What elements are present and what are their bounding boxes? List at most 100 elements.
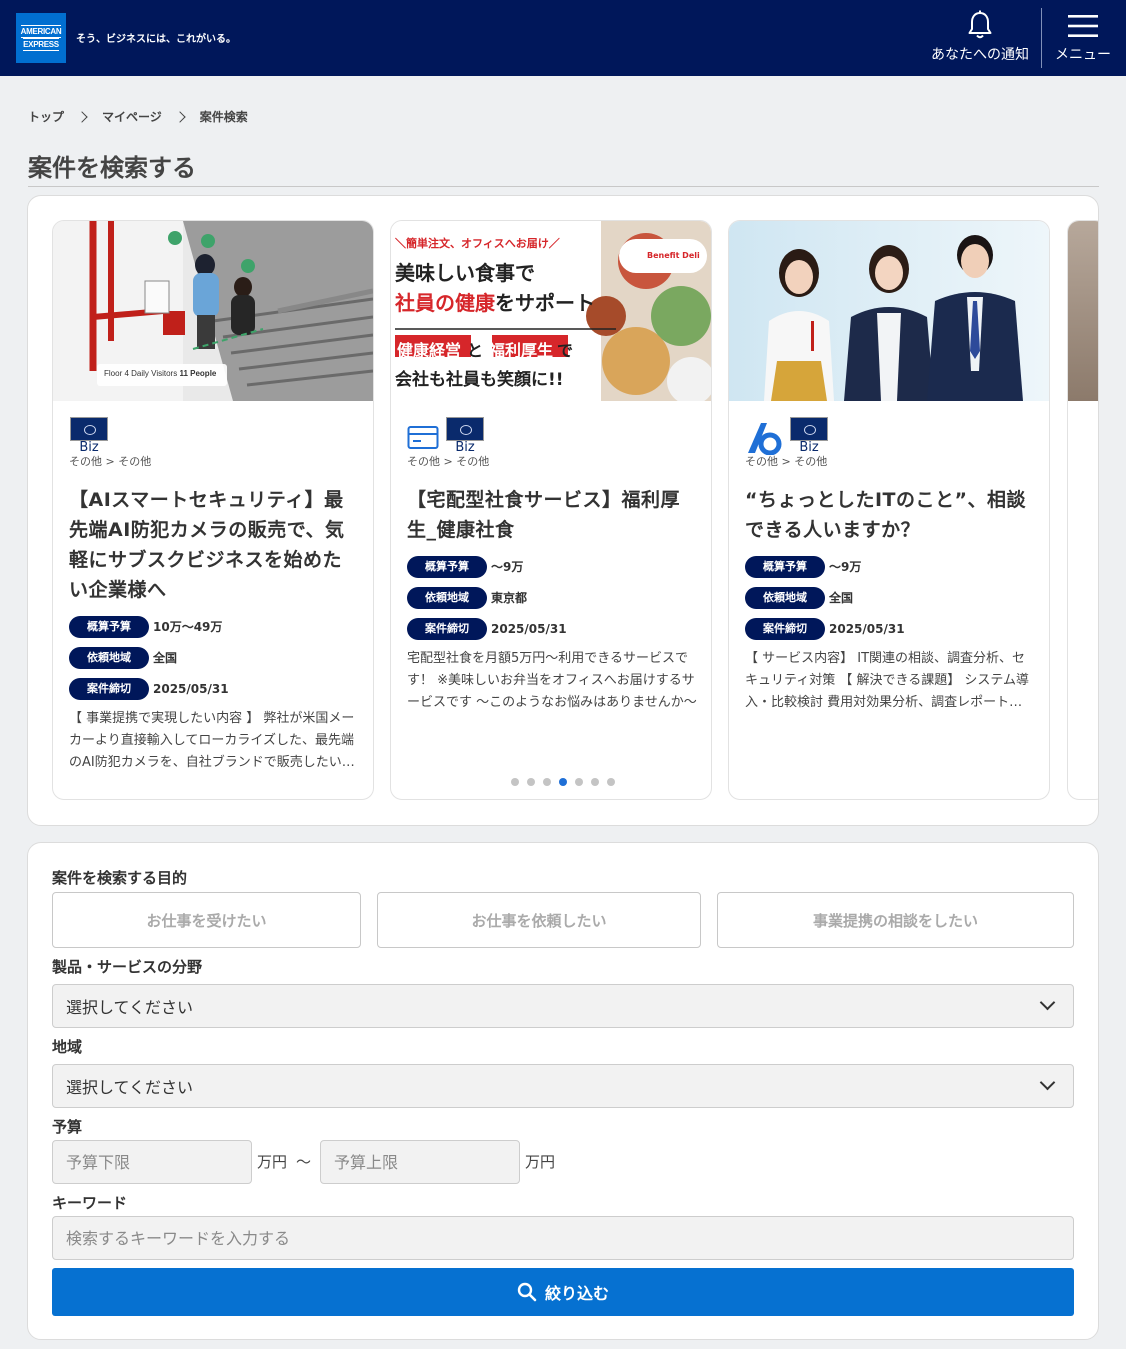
banner-line2: 社員の健康をサポート <box>395 287 595 316</box>
business-people-photo <box>729 221 1049 401</box>
banner-line3-c: 福利厚生 <box>489 341 554 360</box>
project-image-security-camera: Floor 4 Daily Visitors 11 People <box>53 221 373 401</box>
budget-min-unit: 万円 <box>257 1153 288 1171</box>
breadcrumb-current: 案件検索 <box>199 110 248 124</box>
breadcrumb: トップ マイページ 案件検索 <box>28 108 248 125</box>
card-category: その他 > その他 <box>745 455 828 468</box>
keyword-input[interactable] <box>52 1216 1074 1260</box>
chevron-down-icon <box>1039 1074 1056 1091</box>
project-image-business-people <box>729 221 1049 401</box>
card-logos: Biz <box>745 417 1035 455</box>
notification-label: あなたへの通知 <box>931 47 1029 63</box>
amex-logo[interactable]: AMERICAN EXPRESS <box>16 13 66 63</box>
company-logo-icon <box>748 423 782 455</box>
deadline-pill: 案件締切 <box>407 617 487 640</box>
breadcrumb-mypage[interactable]: マイページ <box>102 108 162 125</box>
keyword-label: キーワード <box>52 1194 128 1212</box>
region-select-value: 選択してください <box>66 1078 194 1097</box>
next-card-peek[interactable] <box>1067 220 1098 800</box>
card-title: 【宅配型社食サービス】福利厚生_健康社食 <box>407 489 681 541</box>
region-select[interactable]: 選択してください <box>52 1064 1074 1108</box>
card-meta: 概算予算 ～9万 依頼地域 東京都 案件締切 2025/05/31 <box>407 551 697 644</box>
menu-button[interactable]: メニュー <box>1048 8 1118 68</box>
carousel-dot[interactable] <box>511 778 519 786</box>
filter-submit-label: 絞り込む <box>544 1284 609 1303</box>
banner-line1: 美味しい食事で <box>395 261 535 285</box>
budget-min-input[interactable] <box>52 1140 252 1184</box>
biz-badge: Biz <box>445 417 485 455</box>
carousel-pagination <box>511 778 615 786</box>
carousel-dot[interactable] <box>575 778 583 786</box>
carousel-dot[interactable] <box>527 778 535 786</box>
carousel-panel: Floor 4 Daily Visitors 11 People Biz その他… <box>27 195 1099 826</box>
region-value: 全国 <box>153 651 178 665</box>
project-card[interactable]: Biz その他 > その他 “ちょっとしたITのこと”、相談できる人いますか？ … <box>728 220 1050 800</box>
budget-max-input[interactable] <box>320 1140 520 1184</box>
card-body: Biz その他 > その他 【AIスマートセキュリティ】最先端AI防犯カメラの販… <box>69 417 359 774</box>
deadline-pill: 案件締切 <box>745 617 825 640</box>
deadline-value: 2025/05/31 <box>153 681 229 696</box>
field-select[interactable]: 選択してください <box>52 984 1074 1028</box>
region-value: 東京都 <box>491 591 528 605</box>
header-divider <box>1041 8 1042 68</box>
field-select-value: 選択してください <box>66 998 194 1017</box>
purpose-label: 案件を検索する目的 <box>52 869 188 887</box>
banner-line3-b: と <box>467 341 484 360</box>
card-meta: 概算予算 10万～49万 依頼地域 全国 案件締切 2025/05/31 <box>69 611 359 704</box>
carousel-dot[interactable] <box>591 778 599 786</box>
carousel-dot[interactable] <box>559 778 567 786</box>
budget-pill: 概算予算 <box>745 555 825 578</box>
card-category: その他 > その他 <box>407 455 490 468</box>
banner-top-text: ＼簡単注文、オフィスへお届け／ <box>395 237 560 250</box>
deadline-pill: 案件締切 <box>69 677 149 700</box>
project-image-benefit-deli: ＼簡単注文、オフィスへお届け／ 美味しい食事で 社員の健康をサポート 健康経営と… <box>391 221 711 401</box>
banner-line3-d: で <box>557 341 574 360</box>
banner-line4: 会社も社員も笑顔に!! <box>395 370 564 390</box>
carousel-dot[interactable] <box>543 778 551 786</box>
search-icon <box>517 1282 537 1302</box>
hamburger-icon <box>1068 15 1098 37</box>
card-description: 宅配型社食を月額5万円〜利用できるサービスです！ ※美味しいお弁当をオフィスへお… <box>407 651 697 710</box>
amex-card-icon <box>70 417 108 441</box>
filter-submit-button[interactable]: 絞り込む <box>52 1268 1074 1316</box>
purpose-request-work-button[interactable]: お仕事を依頼したい <box>377 892 701 948</box>
region-pill: 依頼地域 <box>407 586 487 609</box>
breadcrumb-top[interactable]: トップ <box>28 108 64 125</box>
region-pill: 依頼地域 <box>745 586 825 609</box>
site-header: AMERICAN EXPRESS そう、ビジネスには、これがいる。 あなたへの通… <box>0 0 1126 76</box>
next-card-image <box>1068 221 1098 401</box>
banner-line3: 健康経営と福利厚生で <box>397 337 573 361</box>
image-caption-value: 11 People <box>179 369 217 378</box>
image-caption: Floor 4 Daily Visitors 11 People <box>104 369 216 378</box>
card-meta: 概算予算 ～9万 依頼地域 全国 案件締切 2025/05/31 <box>745 551 1035 644</box>
project-card[interactable]: Floor 4 Daily Visitors 11 People Biz その他… <box>52 220 374 800</box>
banner-line2-black: をサポート <box>495 291 595 315</box>
card-description: 【 サービス内容】 IT関連の相談、調査分析、セキュリティ対策 【 解決できる課… <box>745 651 1029 710</box>
region-value: 全国 <box>829 591 854 605</box>
budget-pill: 概算予算 <box>69 615 149 638</box>
card-logos: Biz <box>69 417 359 455</box>
search-form-panel: 案件を検索する目的 お仕事を受けたい お仕事を依頼したい 事業提携の相談をしたい… <box>27 842 1099 1340</box>
deadline-value: 2025/05/31 <box>491 621 567 636</box>
logo-text-line2: EXPRESS <box>23 38 59 51</box>
notification-button[interactable]: あなたへの通知 <box>924 8 1036 68</box>
card-body: Biz その他 > その他 【宅配型社食サービス】福利厚生_健康社食 概算予算 ～… <box>407 417 697 714</box>
amex-card-icon <box>446 417 484 441</box>
biz-badge: Biz <box>789 417 829 455</box>
project-card[interactable]: ＼簡単注文、オフィスへお届け／ 美味しい食事で 社員の健康をサポート 健康経営と… <box>390 220 712 800</box>
purpose-partnership-button[interactable]: 事業提携の相談をしたい <box>717 892 1074 948</box>
banner-line3-a: 健康経営 <box>397 341 462 360</box>
carousel-dot[interactable] <box>607 778 615 786</box>
tagline: そう、ビジネスには、これがいる。 <box>76 34 236 45</box>
region-label: 地域 <box>52 1038 83 1056</box>
card-category: その他 > その他 <box>69 455 152 468</box>
image-caption-prefix: Floor 4 Daily Visitors <box>104 369 178 378</box>
page-title: 案件を検索する <box>28 154 196 182</box>
card-title: 【AIスマートセキュリティ】最先端AI防犯カメラの販売で、気軽にサブスクビジネス… <box>69 489 345 601</box>
budget-label: 予算 <box>52 1118 83 1136</box>
purpose-receive-work-button[interactable]: お仕事を受けたい <box>52 892 361 948</box>
card-title: “ちょっとしたITのこと”、相談できる人いますか？ <box>745 489 1027 541</box>
title-divider <box>28 186 1099 187</box>
chevron-right-icon <box>76 110 88 123</box>
region-pill: 依頼地域 <box>69 646 149 669</box>
